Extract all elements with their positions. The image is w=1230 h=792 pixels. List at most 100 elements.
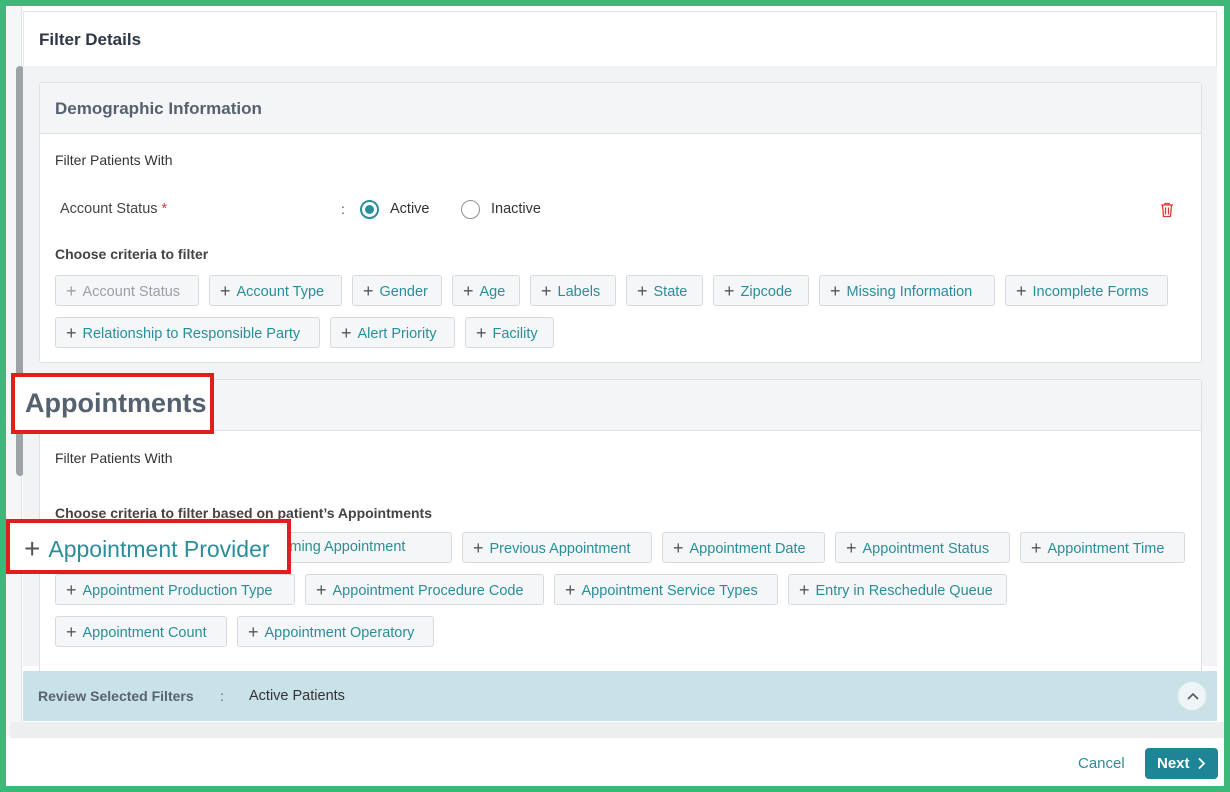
chip-label: Gender [379,284,428,300]
chip-label: Facility [492,326,538,342]
review-label: Review Selected Filters [38,688,194,704]
collapse-button[interactable] [1177,681,1207,711]
chevron-up-icon [1187,692,1199,700]
chip-label: Appointment Operatory [264,625,415,641]
demographic-card: Demographic Information Filter Patients … [39,82,1202,363]
chevron-right-icon [1198,757,1206,770]
dialog-header: Filter Details [23,11,1217,67]
chip-label: Relationship to Responsible Party [82,326,301,342]
chip-state[interactable]: + State [626,275,703,306]
plus-icon: + [724,281,735,301]
plus-icon: + [799,580,810,600]
chip-appointment-status[interactable]: + Appointment Status [835,532,1010,563]
plus-icon: + [220,281,231,301]
plus-icon: + [565,580,576,600]
plus-icon: + [476,323,487,343]
plus-icon: + [316,580,327,600]
plus-icon: + [637,281,648,301]
appointments-card-header [40,380,1201,431]
chip-label: Appointment Provider [48,536,270,562]
plus-icon: + [673,538,684,558]
chip-appointment-production-type[interactable]: + Appointment Production Type [55,574,295,605]
chip-relationship-responsible-party[interactable]: + Relationship to Responsible Party [55,317,320,348]
radio-active[interactable] [360,200,379,219]
trash-icon[interactable] [1160,202,1174,218]
cancel-button[interactable]: Cancel [1078,755,1125,772]
required-mark: * [161,201,168,217]
chip-age[interactable]: + Age [452,275,520,306]
next-button[interactable]: Next [1145,748,1218,779]
chip-appointment-time[interactable]: + Appointment Time [1020,532,1185,563]
plus-icon: + [846,538,857,558]
chip-label: Missing Information [846,284,973,300]
chip-label: Appointment Service Types [581,583,758,599]
review-selected-filters-bar: Review Selected Filters : Active Patient… [23,671,1217,721]
chip-label: Appointment Production Type [82,583,273,599]
review-value: Active Patients [249,688,345,704]
demographic-filter-with: Filter Patients With [55,152,173,168]
plus-icon: + [341,323,352,343]
demographic-title: Demographic Information [55,99,262,118]
account-status-label: Account Status * [60,201,167,217]
chip-appointment-service-types[interactable]: + Appointment Service Types [554,574,778,605]
demographic-card-header: Demographic Information [40,83,1201,134]
plus-icon: + [1016,281,1027,301]
account-status-separator: : [341,201,345,217]
radio-inactive-label: Inactive [491,201,541,217]
appointments-title: Appointments [25,388,207,418]
chip-appointment-provider[interactable]: + Appointment Provider [24,532,270,564]
plus-icon: + [66,622,77,642]
chip-labels[interactable]: + Labels [530,275,616,306]
chip-label: Appointment Count [82,625,207,641]
plus-icon: + [463,281,474,301]
plus-icon: + [830,281,841,301]
chip-appointment-operatory[interactable]: + Appointment Operatory [237,616,434,647]
chip-label: Appointment Procedure Code [332,583,524,599]
chip-account-status: + Account Status [55,275,199,306]
chip-label: Appointment Time [1047,541,1165,557]
filter-content: Demographic Information Filter Patients … [23,66,1217,679]
plus-icon: + [1031,538,1042,558]
footer-divider [10,722,1224,738]
chip-gender[interactable]: + Gender [352,275,442,306]
plus-icon: + [24,533,41,564]
chip-missing-information[interactable]: + Missing Information [819,275,995,306]
demographic-criteria-heading: Choose criteria to filter [55,246,209,262]
radio-active-label: Active [390,201,430,217]
plus-icon: + [66,281,77,301]
radio-inactive[interactable] [461,200,480,219]
chip-facility[interactable]: + Facility [465,317,554,348]
chip-appointment-date[interactable]: + Appointment Date [662,532,825,563]
chip-label: Account Type [236,284,325,300]
chip-appointment-count[interactable]: + Appointment Count [55,616,227,647]
chip-entry-reschedule-queue[interactable]: + Entry in Reschedule Queue [788,574,1007,605]
chip-label: Entry in Reschedule Queue [815,583,993,599]
account-status-label-text: Account Status [60,201,158,217]
plus-icon: + [541,281,552,301]
plus-icon: + [363,281,374,301]
chip-label: Labels [557,284,601,300]
chip-previous-appointment[interactable]: + Previous Appointment [462,532,652,563]
plus-icon: + [473,538,484,558]
chip-label: Age [479,284,506,300]
chip-appointment-procedure-code[interactable]: + Appointment Procedure Code [305,574,544,605]
chip-incomplete-forms[interactable]: + Incomplete Forms [1005,275,1168,306]
appointments-title-callout: Appointments [11,373,214,434]
chip-account-type[interactable]: + Account Type [209,275,342,306]
plus-icon: + [66,323,77,343]
page-title: Filter Details [39,30,142,49]
chip-label: Alert Priority [357,326,437,342]
chip-label: Zipcode [740,284,793,300]
chip-label: Incomplete Forms [1032,284,1149,300]
chip-label: State [653,284,688,300]
appointment-provider-callout[interactable]: + Appointment Provider [6,519,291,574]
next-button-label: Next [1157,755,1190,772]
chip-zipcode[interactable]: + Zipcode [713,275,809,306]
review-separator: : [220,688,224,704]
chip-label: Appointment Status [862,541,990,557]
chip-label: Appointment Date [689,541,806,557]
chip-alert-priority[interactable]: + Alert Priority [330,317,455,348]
plus-icon: + [66,580,77,600]
plus-icon: + [248,622,259,642]
appointments-filter-with: Filter Patients With [55,450,173,466]
